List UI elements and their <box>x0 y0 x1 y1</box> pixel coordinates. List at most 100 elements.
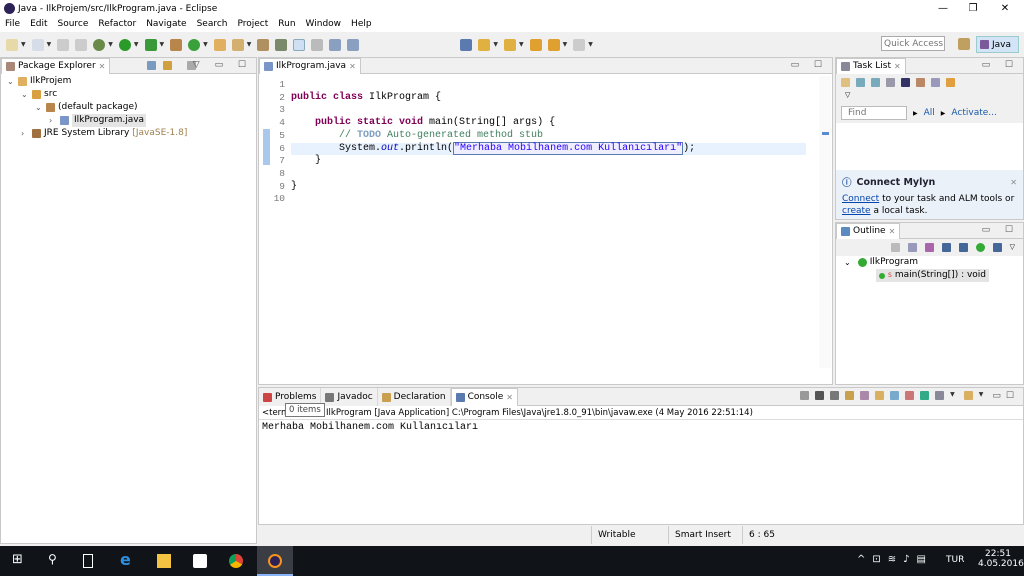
overview-ruler[interactable] <box>819 76 831 368</box>
outline-method[interactable]: Smain(String[]) : void <box>876 269 990 282</box>
code-line[interactable]: } <box>291 155 321 167</box>
hide-nonpublic-icon[interactable] <box>975 243 985 252</box>
word-wrap-icon[interactable] <box>329 38 342 51</box>
menu-refactor[interactable]: Refactor <box>93 17 141 32</box>
chevron-down-icon[interactable]: ⌄ <box>7 75 15 88</box>
collapse-all-icon[interactable] <box>907 243 917 252</box>
clear-console-icon[interactable] <box>845 391 855 400</box>
search-icon[interactable]: ⚲ <box>48 552 62 566</box>
tree-item[interactable]: › JRE System Library [JavaSE-1.8] <box>1 127 256 140</box>
show-whitespace-icon[interactable] <box>347 38 360 51</box>
java-perspective-button[interactable]: Java <box>976 36 1019 53</box>
last-edit-icon[interactable] <box>529 38 542 51</box>
menu-project[interactable]: Project <box>232 17 273 32</box>
tab-package-explorer[interactable]: Package Explorer ✕ <box>1 58 111 74</box>
view-menu-icon[interactable]: ▽ <box>836 91 1023 103</box>
chevron-right-icon[interactable]: › <box>21 127 29 140</box>
close-icon[interactable]: ✕ <box>889 224 896 239</box>
link-with-editor-icon[interactable] <box>163 61 172 70</box>
menu-file[interactable]: File <box>0 17 25 32</box>
collapse-all-icon[interactable] <box>147 61 156 70</box>
all-link[interactable]: All <box>924 108 935 118</box>
tray-icons[interactable]: ^⊡≋♪▤ <box>857 554 933 565</box>
menu-search[interactable]: Search <box>192 17 233 32</box>
menu-edit[interactable]: Edit <box>25 17 52 32</box>
menu-help[interactable]: Help <box>346 17 377 32</box>
code-line[interactable]: } <box>291 181 297 193</box>
tab-javadoc[interactable]: Javadoc <box>321 388 378 406</box>
save-icon[interactable] <box>57 38 70 51</box>
scroll-lock-icon[interactable] <box>860 391 870 400</box>
eclipse-taskbar-button[interactable] <box>257 546 293 576</box>
code-line[interactable]: // TODO Auto-generated method stub <box>291 130 543 142</box>
menu-window[interactable]: Window <box>301 17 347 32</box>
show-on-stdout-icon[interactable] <box>890 391 900 400</box>
back-icon[interactable] <box>547 38 560 51</box>
debug-icon[interactable] <box>93 38 106 51</box>
console-output[interactable]: Merhaba Mobilhanem.com Kullanıcıları <box>259 420 1023 435</box>
open-console-icon[interactable] <box>963 391 973 400</box>
outline-class[interactable]: ⌄ IlkProgram <box>844 256 1023 269</box>
tree-item[interactable]: › IlkProgram.java <box>1 114 256 127</box>
hide-completed-icon[interactable] <box>901 78 910 87</box>
minimize-button[interactable]: — <box>928 0 958 17</box>
view-menu-min-max-icons[interactable]: ▽ ▭ ☐ <box>193 60 252 70</box>
new-icon[interactable] <box>6 38 18 51</box>
collapse-icon[interactable] <box>931 78 940 87</box>
focus-workweek-icon[interactable] <box>886 78 895 87</box>
hide-static-icon[interactable] <box>958 243 968 252</box>
close-icon[interactable]: ✕ <box>349 59 356 74</box>
store-icon[interactable] <box>193 554 207 568</box>
close-button[interactable]: ✕ <box>990 0 1020 17</box>
chevron-down-icon[interactable]: ⌄ <box>35 101 43 114</box>
scheduled-icon[interactable] <box>871 78 880 87</box>
close-icon[interactable]: ✕ <box>894 59 901 74</box>
start-icon[interactable]: ⊞ <box>12 552 26 567</box>
close-icon[interactable]: ✕ <box>1010 178 1017 187</box>
external-tools-icon[interactable] <box>144 38 157 51</box>
tab-ilkprogram-java[interactable]: IlkProgram.java ✕ <box>259 58 361 74</box>
find-input[interactable] <box>841 106 907 120</box>
code-line[interactable]: public static void main(String[] args) { <box>291 117 555 129</box>
terminate-icon[interactable] <box>800 391 810 400</box>
min-max-icons[interactable]: ▭☐ <box>992 391 1019 401</box>
block-selection-icon[interactable] <box>311 38 324 51</box>
new-file-icon[interactable] <box>31 38 44 51</box>
new-task-icon[interactable] <box>841 78 850 87</box>
edge-icon[interactable]: e <box>120 550 134 569</box>
open-type-icon[interactable] <box>213 38 226 51</box>
run-icon[interactable] <box>118 38 131 51</box>
pin-icon[interactable] <box>460 38 473 51</box>
menu-source[interactable]: Source <box>53 17 94 32</box>
categorized-icon[interactable] <box>856 78 865 87</box>
remove-all-icon[interactable] <box>830 391 840 400</box>
chevron-down-icon[interactable]: ⌄ <box>21 88 29 101</box>
save-all-icon[interactable] <box>75 38 88 51</box>
show-on-stderr-icon[interactable] <box>905 391 915 400</box>
open-task-icon[interactable] <box>257 38 270 51</box>
pin-console-icon[interactable] <box>920 391 930 400</box>
code-line[interactable]: System.out.println("Merhaba Mobilhanem.c… <box>291 141 695 155</box>
tab-declaration[interactable]: Declaration <box>377 388 451 406</box>
close-icon[interactable]: ✕ <box>506 390 513 405</box>
focus-icon[interactable] <box>890 243 900 252</box>
code-line[interactable]: public class IlkProgram { <box>291 92 441 104</box>
mark-occurrences-icon[interactable] <box>293 38 306 51</box>
input-language[interactable]: TUR <box>946 555 964 565</box>
hide-fields-icon[interactable] <box>941 243 951 252</box>
new-package-icon[interactable] <box>170 38 183 51</box>
chrome-icon[interactable] <box>229 554 243 568</box>
tree-item[interactable]: ⌄ src <box>1 88 256 101</box>
clock[interactable]: 22:51 4.05.2016 <box>978 549 1024 569</box>
sync-icon[interactable] <box>946 78 955 87</box>
connect-link[interactable]: Connect <box>842 194 879 204</box>
tab-outline[interactable]: Outline ✕ <box>836 223 901 239</box>
previous-annotation-icon[interactable] <box>504 38 516 51</box>
filter-icon[interactable] <box>916 78 925 87</box>
hide-local-types-icon[interactable] <box>992 243 1002 252</box>
min-max-icons[interactable]: ▭ ☐ <box>982 60 1019 70</box>
annotation-icon[interactable] <box>275 38 288 51</box>
maximize-button[interactable]: ❐ <box>958 0 988 17</box>
menu-run[interactable]: Run <box>273 17 300 32</box>
quick-access-input[interactable] <box>881 36 945 51</box>
